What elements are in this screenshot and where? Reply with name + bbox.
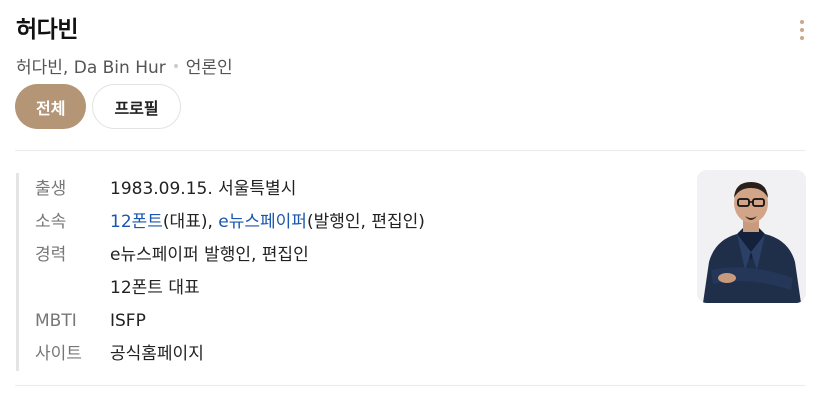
profile-subline: 허다빈, Da Bin Hur 언론인 [16,53,816,78]
info-list: 출생 1983.09.15. 서울특별시 소속 12폰트(대표), e뉴스페이퍼… [16,173,686,371]
divider [15,385,806,386]
profile-aliases: 허다빈, Da Bin Hur [16,58,166,78]
info-row-career: 경력 e뉴스페이퍼 발행인, 편집인 [35,239,686,272]
info-label: 경력 [35,245,67,265]
info-label: 사이트 [35,344,82,364]
more-vertical-icon[interactable] [795,20,809,40]
profile-name: 허다빈 [16,17,78,43]
info-value-career: 12폰트 대표 [110,278,200,298]
separator-dot-icon [173,63,178,68]
divider [15,150,806,151]
profile-header: 허다빈 허다빈, Da Bin Hur 언론인 [16,10,816,78]
info-value-birth: 1983.09.15. 서울특별시 [110,179,297,199]
profile-occupation: 언론인 [185,58,233,78]
info-label: 소속 [35,212,67,232]
info-value-affiliation: 12폰트(대표), e뉴스페이퍼(발행인, 편집인) [110,206,425,239]
person-photo-icon [697,170,806,303]
org-link-enewspaper[interactable]: e뉴스페이퍼 [218,212,307,232]
info-row-career-2: 12폰트 대표 [35,272,686,305]
tab-all[interactable]: 전체 [15,84,87,129]
org-role: (대표), [162,212,219,232]
info-label: MBTI [35,311,77,331]
profile-photo[interactable] [697,170,806,303]
org-role: (발행인, 편집인) [306,212,425,232]
info-value-career: e뉴스페이퍼 발행인, 편집인 [110,245,309,265]
official-site-link[interactable]: 공식홈페이지 [110,338,204,371]
org-link-12font[interactable]: 12폰트 [110,212,163,232]
info-row-mbti: MBTI ISFP [35,305,686,338]
info-value-mbti: ISFP [110,311,146,331]
info-row-affiliation: 소속 12폰트(대표), e뉴스페이퍼(발행인, 편집인) [35,206,686,239]
info-row-site: 사이트 공식홈페이지 [35,338,686,371]
tab-profile[interactable]: 프로필 [92,84,181,129]
tab-bar: 전체 프로필 [15,84,181,129]
info-label: 출생 [35,179,67,199]
info-row-birth: 출생 1983.09.15. 서울특별시 [35,173,686,206]
